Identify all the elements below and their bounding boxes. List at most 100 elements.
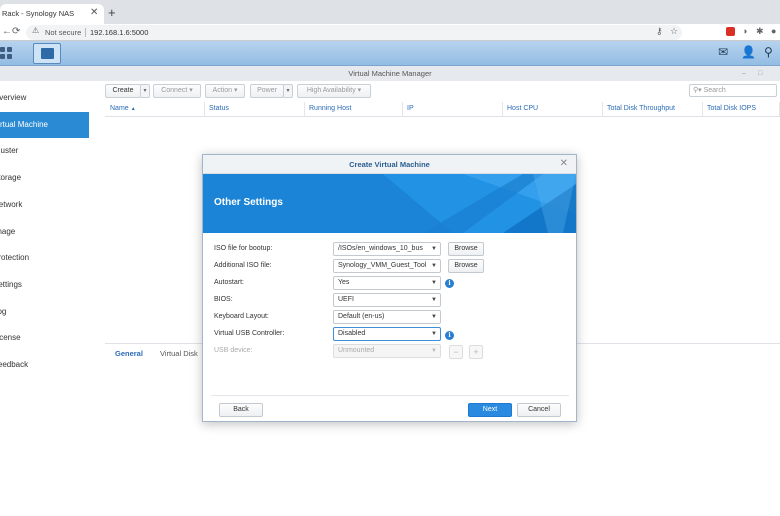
power-button[interactable]: Power (250, 84, 284, 98)
sidebar-item-image[interactable]: Image (0, 219, 89, 245)
additional-iso-select[interactable]: Synology_VMM_Guest_Tool ▼ (333, 259, 441, 273)
iso-boot-select[interactable]: /ISOs/en_windows_10_bus ▼ (333, 242, 441, 256)
minimize-icon[interactable]: – (742, 66, 746, 81)
power-dropdown-icon[interactable]: ▾ (283, 84, 293, 98)
remove-usb-button[interactable]: − (449, 345, 463, 359)
extension-icon[interactable] (726, 27, 735, 36)
column-header-total-disk-throughput[interactable]: Total Disk Throughput (604, 102, 703, 116)
dsm-taskbar: ✉ 👤 ⚲ (0, 41, 780, 66)
close-icon[interactable]: ✕ (560, 155, 568, 173)
section-title: Other Settings (214, 197, 283, 208)
reload-icon[interactable]: ⟳ (12, 26, 20, 37)
sidebar-item-log[interactable]: Log (0, 299, 89, 325)
connect-button[interactable]: Connect ▾ (153, 84, 201, 98)
column-header-host-cpu[interactable]: Host CPU (504, 102, 603, 116)
cancel-button[interactable]: Cancel (517, 403, 561, 417)
table-header-divider (105, 116, 780, 117)
sidebar-item-feedback[interactable]: Feedback (0, 352, 89, 378)
usb-controller-select[interactable]: Disabled ▼ (333, 327, 441, 341)
search-icon[interactable]: ⚲ (764, 45, 773, 59)
chevron-down-icon: ▼ (431, 280, 437, 286)
column-header-status[interactable]: Status (206, 102, 305, 116)
sidebar-item-label: Virtual Machine (0, 119, 48, 129)
search-input[interactable]: ⚲▾ Search (689, 84, 777, 97)
vmm-taskbar-app-icon[interactable] (33, 43, 61, 64)
sidebar-item-cluster[interactable]: Cluster (0, 138, 89, 164)
sidebar-item-label: Image (0, 226, 16, 236)
action-label: Action (212, 87, 232, 94)
warning-icon: ⚠ (32, 26, 40, 35)
sidebar-item-overview[interactable]: Overview (0, 85, 89, 111)
back-button[interactable]: Back (219, 403, 263, 417)
create-vm-dialog: Create Virtual Machine ✕ Other Settings … (202, 154, 577, 422)
sidebar-item-network[interactable]: Network (0, 192, 89, 218)
bios-select[interactable]: UEFI ▼ (333, 293, 441, 307)
dialog-footer-divider (211, 395, 569, 396)
autostart-select[interactable]: Yes ▼ (333, 276, 441, 290)
sidebar: Overview Virtual Machine Cluster Storage Net… (0, 81, 97, 516)
omnibox[interactable]: ⚠ Not secure 192.168.1.6:5000 ⚷ ☆ (26, 25, 682, 40)
extension-circle-icon[interactable]: ◑ (742, 26, 747, 36)
security-label: Not secure (45, 28, 82, 37)
sidebar-item-label: Feedback (0, 360, 29, 369)
keyboard-layout-value: Default (en-us) (338, 313, 385, 320)
column-header-name[interactable]: Name ▲ (107, 102, 205, 116)
sidebar-item-settings[interactable]: Settings (0, 272, 89, 298)
bios-value: UEFI (338, 296, 354, 303)
bios-label: BIOS: (214, 296, 233, 303)
chevron-down-icon: ▼ (431, 348, 437, 354)
new-tab-icon[interactable]: + (108, 5, 116, 20)
keyboard-layout-label: Keyboard Layout: (214, 313, 269, 320)
search-placeholder: Search (703, 87, 726, 94)
column-header-running-host[interactable]: Running Host (306, 102, 403, 116)
add-usb-button[interactable]: + (469, 345, 483, 359)
info-icon[interactable]: i (445, 279, 454, 288)
sidebar-item-storage[interactable]: Storage (0, 165, 89, 191)
high-availability-button[interactable]: High Availability ▾ (297, 84, 371, 98)
chevron-down-icon: ▼ (431, 246, 437, 252)
maximize-icon[interactable]: □ (758, 66, 762, 81)
iso-boot-value: /ISOs/en_windows_10_bus (338, 245, 423, 252)
next-button[interactable]: Next (468, 403, 512, 417)
column-header-label: Status (209, 105, 229, 112)
user-icon[interactable]: 👤 (741, 45, 756, 59)
extension-puzzle-icon[interactable]: ✱ (756, 26, 764, 37)
sidebar-item-virtual-machine[interactable]: Virtual Machine (0, 111, 89, 138)
dialog-title: Create Virtual Machine (349, 160, 430, 169)
iso-boot-browse-button[interactable]: Browse (448, 242, 484, 256)
column-header-total-disk-iops[interactable]: Total Disk IOPS (704, 102, 780, 116)
dialog-banner: Other Settings (203, 174, 576, 233)
browser-tabstrip: Rack - Synology NAS ✕ + (0, 0, 780, 24)
additional-iso-label: Additional ISO file: (214, 262, 272, 269)
browser-tab[interactable]: Rack - Synology NAS ✕ (0, 4, 104, 24)
usb-device-label: USB device: (214, 347, 253, 354)
sidebar-item-license[interactable]: License (0, 325, 89, 351)
usb-device-select[interactable]: Unmounted ▼ (333, 344, 441, 358)
create-button[interactable]: Create (105, 84, 141, 98)
notification-icon[interactable]: ✉ (718, 45, 728, 59)
keyboard-layout-select[interactable]: Default (en-us) ▼ (333, 310, 441, 324)
info-icon[interactable]: i (445, 331, 454, 340)
star-icon[interactable]: ☆ (670, 26, 678, 37)
url-text[interactable]: 192.168.1.6:5000 (90, 28, 148, 37)
main-menu-icon[interactable] (0, 45, 18, 62)
create-dropdown-icon[interactable]: ▾ (140, 84, 150, 98)
additional-iso-value: Synology_VMM_Guest_Tool (338, 262, 427, 269)
key-icon[interactable]: ⚷ (656, 26, 663, 37)
close-tab-icon[interactable]: ✕ (90, 7, 98, 18)
tab-virtual-disk[interactable]: Virtual Disk (160, 349, 198, 358)
back-arrow-icon[interactable]: ← (2, 26, 12, 37)
chevron-down-icon: ▼ (431, 331, 437, 337)
chevron-down-icon: ▼ (431, 297, 437, 303)
dialog-title-bar: Create Virtual Machine ✕ (203, 155, 576, 174)
action-button[interactable]: Action ▾ (205, 84, 245, 98)
sidebar-item-label: Log (0, 306, 7, 316)
profile-icon[interactable]: ● (771, 26, 776, 36)
column-header-ip[interactable]: IP (404, 102, 503, 116)
column-header-label: Total Disk IOPS (707, 105, 757, 112)
sidebar-item-protection[interactable]: Protection (0, 245, 89, 271)
tab-general[interactable]: General (115, 349, 143, 358)
additional-iso-browse-button[interactable]: Browse (448, 259, 484, 273)
address-bar: ← ⟳ ⚠ Not secure 192.168.1.6:5000 ⚷ ☆ ◑ … (0, 24, 780, 41)
window-title: Virtual Machine Manager (348, 69, 432, 78)
